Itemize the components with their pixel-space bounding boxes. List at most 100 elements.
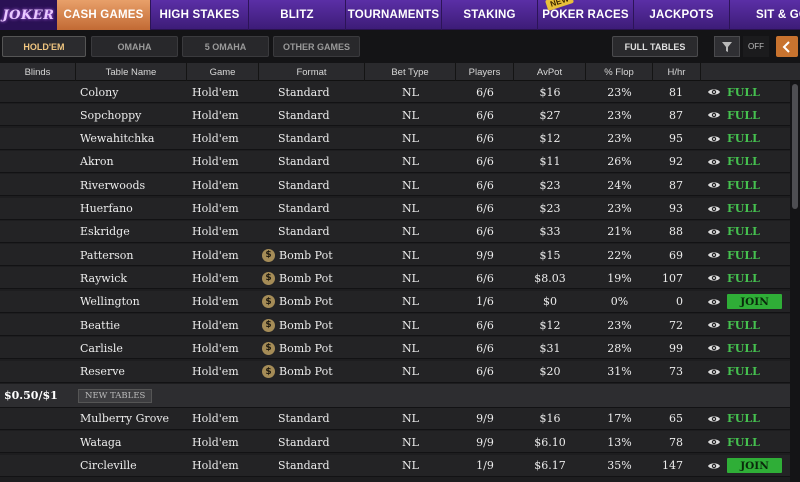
- hands-per-hour-cell: 72: [669, 318, 683, 332]
- players-cell: 6/6: [476, 318, 494, 332]
- tab-staking[interactable]: STAKING: [442, 0, 538, 30]
- watch-button[interactable]: [704, 314, 724, 336]
- avpot-cell: $0: [543, 295, 557, 309]
- players-cell: 6/6: [476, 271, 494, 285]
- watch-button[interactable]: [704, 337, 724, 359]
- status-cell: FULL: [727, 81, 787, 103]
- tab-poker-races[interactable]: NEW POKER RACES: [538, 0, 634, 30]
- table-row[interactable]: Patterson Hold'em $ Bomb Pot NL 9/9 $15 22% 69 FU…: [0, 244, 790, 267]
- watch-button[interactable]: [704, 174, 724, 196]
- table-row[interactable]: Colony Hold'em Standard NL 6/6 $16 23% 81 FULL: [0, 81, 790, 103]
- watch-button[interactable]: [704, 361, 724, 383]
- watch-button[interactable]: [704, 151, 724, 173]
- table-row[interactable]: Reserve Hold'em $ Bomb Pot NL 6/6 $20 31% 73 FULL: [0, 360, 790, 383]
- subtab-label: OTHER GAMES: [282, 41, 350, 52]
- filter-icon: [722, 41, 732, 52]
- watch-button[interactable]: [704, 221, 724, 243]
- table-row[interactable]: Raywick Hold'em $ Bomb Pot NL 6/6 $8.03 19% 107 F…: [0, 267, 790, 290]
- tab-omaha[interactable]: OMAHA: [91, 36, 178, 57]
- tab-sit-and-go[interactable]: SIT & GO: [730, 0, 800, 30]
- table-row[interactable]: Wataga Hold'em Standard NL 9/9 $6.10 13% 78 FULL: [0, 431, 790, 454]
- table-row[interactable]: Wellington Hold'em $ Bomb Pot NL 1/6 $0 0% 0 JOIN: [0, 290, 790, 313]
- watch-button[interactable]: [704, 128, 724, 150]
- table-row[interactable]: Sopchoppy Hold'em Standard NL 6/6 $27 23% 87 FUL…: [0, 104, 790, 127]
- scrollbar-thumb[interactable]: [792, 84, 798, 209]
- bet-type-cell: NL: [402, 108, 419, 122]
- status-full: FULL: [727, 341, 760, 355]
- table-name-cell: Akron: [80, 155, 114, 169]
- watch-button[interactable]: [704, 244, 724, 266]
- status-full: FULL: [727, 248, 760, 262]
- back-button[interactable]: [776, 36, 798, 57]
- full-tables-button[interactable]: FULL TABLES: [612, 36, 698, 57]
- status-cell: FULL: [727, 337, 787, 359]
- hands-per-hour-cell: 99: [669, 341, 683, 355]
- table-row[interactable]: Wewahitchka Hold'em Standard NL 6/6 $12 23% 95 F…: [0, 127, 790, 150]
- new-tables-button[interactable]: NEW TABLES: [78, 388, 153, 403]
- watch-button[interactable]: [704, 408, 724, 430]
- eye-icon: [708, 439, 720, 445]
- tab-high-stakes[interactable]: HIGH STAKES: [151, 0, 249, 30]
- table-row[interactable]: Akron Hold'em Standard NL 6/6 $11 26% 92 FULL: [0, 150, 790, 173]
- col-format[interactable]: Format: [259, 63, 365, 81]
- filter-button[interactable]: [714, 36, 740, 57]
- game-cell: Hold'em: [192, 108, 239, 122]
- game-cell: Hold'em: [192, 202, 239, 215]
- format-cell: Standard: [262, 104, 364, 126]
- eye-icon: [708, 135, 720, 142]
- tab-holdem[interactable]: HOLD'EM: [2, 36, 86, 57]
- tab-cash-games[interactable]: CASH GAMES: [57, 0, 151, 30]
- game-cell: Hold'em: [192, 155, 239, 169]
- flop-cell: 19%: [607, 271, 632, 285]
- status-cell: FULL: [727, 174, 787, 196]
- watch-button[interactable]: [704, 81, 724, 103]
- table-row[interactable]: Circleville Hold'em Standard NL 1/9 $6.17 35% 1…: [0, 454, 790, 477]
- eye-icon: [708, 322, 720, 328]
- tab-tournaments[interactable]: TOURNAMENTS: [346, 0, 442, 30]
- hands-per-hour-cell: 87: [669, 178, 683, 192]
- format-cell: Standard: [262, 174, 364, 196]
- col-players[interactable]: Players: [456, 63, 514, 81]
- bet-type-cell: NL: [402, 132, 419, 146]
- col-hands-per-hour[interactable]: H/hr: [653, 63, 701, 81]
- status-full: FULL: [727, 155, 760, 169]
- status-full: FULL: [727, 225, 760, 239]
- watch-button[interactable]: [704, 104, 724, 126]
- watch-button[interactable]: [704, 198, 724, 220]
- table-row[interactable]: Huerfano Hold'em Standard NL 6/6 $23 23% 93 FULL: [0, 197, 790, 220]
- join-button[interactable]: JOIN: [727, 294, 782, 310]
- col-flop[interactable]: % Flop: [586, 63, 653, 81]
- tab-other-games[interactable]: OTHER GAMES: [273, 36, 360, 57]
- players-cell: 9/9: [476, 248, 494, 262]
- flop-cell: 23%: [607, 108, 632, 122]
- table-row[interactable]: Riverwoods Hold'em Standard NL 6/6 $23 24% 87 FU…: [0, 174, 790, 197]
- table-row[interactable]: Mulberry Grove Hold'em Standard NL 9/9 $16 17%…: [0, 407, 790, 430]
- eye-icon: [708, 252, 720, 258]
- col-table-name[interactable]: Table Name: [76, 63, 187, 81]
- col-avpot[interactable]: AvPot: [514, 63, 586, 81]
- format-text: Bomb Pot: [279, 248, 333, 262]
- watch-button[interactable]: [704, 431, 724, 453]
- hands-per-hour-cell: 95: [669, 132, 683, 146]
- table-row[interactable]: Beattie Hold'em $ Bomb Pot NL 6/6 $12 23% 72 FULL: [0, 314, 790, 336]
- table-row[interactable]: Eskridge Hold'em Standard NL 6/6 $33 21% 88 FULL: [0, 220, 790, 243]
- col-game[interactable]: Game: [187, 63, 259, 81]
- status-full: FULL: [727, 435, 760, 449]
- col-blinds[interactable]: Blinds: [0, 63, 76, 81]
- join-button[interactable]: JOIN: [727, 458, 782, 473]
- col-bet-type[interactable]: Bet Type: [365, 63, 456, 81]
- join-label: JOIN: [740, 459, 769, 472]
- filter-toggle[interactable]: OFF: [743, 36, 769, 57]
- eye-icon: [708, 416, 720, 422]
- tab-jackpots[interactable]: JACKPOTS: [634, 0, 730, 30]
- watch-button[interactable]: [704, 455, 724, 477]
- tab-5-omaha[interactable]: 5 OMAHA: [182, 36, 269, 57]
- joker-logo[interactable]: JOKER: [0, 0, 57, 30]
- watch-button[interactable]: [704, 267, 724, 289]
- game-cell: Hold'em: [192, 248, 239, 262]
- watch-button[interactable]: [704, 291, 724, 313]
- game-cell: Hold'em: [192, 365, 239, 379]
- tab-blitz[interactable]: BLITZ: [249, 0, 346, 30]
- format-text: Standard: [278, 178, 330, 192]
- table-row[interactable]: Carlisle Hold'em $ Bomb Pot NL 6/6 $31 28% 99 FUL…: [0, 337, 790, 360]
